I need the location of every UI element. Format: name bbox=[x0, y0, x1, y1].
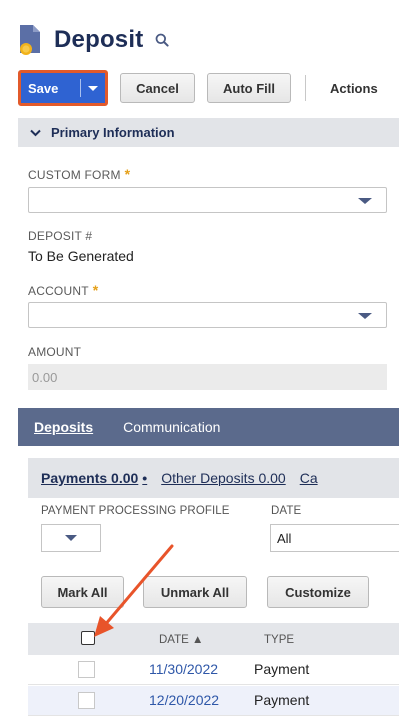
list-header: DATE ▲ TYPE bbox=[28, 623, 399, 655]
row-type: Payment bbox=[254, 692, 310, 708]
subtab-bar: Deposits Communication bbox=[18, 408, 399, 446]
account-label: ACCOUNT * bbox=[28, 282, 98, 298]
tab-deposits[interactable]: Deposits bbox=[34, 419, 93, 435]
required-mark: * bbox=[124, 166, 131, 182]
row-date-link[interactable]: 12/20/2022 bbox=[149, 692, 219, 708]
annotation-arrow-icon bbox=[94, 544, 174, 637]
required-mark: * bbox=[92, 282, 99, 298]
row-checkbox[interactable] bbox=[78, 692, 95, 709]
custom-form-label-text: CUSTOM FORM bbox=[28, 168, 121, 182]
tab-truncated[interactable]: Ca bbox=[300, 470, 318, 486]
tab-payments[interactable]: Payments 0.00 • bbox=[41, 470, 147, 486]
section-title: Primary Information bbox=[51, 125, 175, 140]
page-header: Deposit bbox=[18, 18, 170, 62]
actions-menu[interactable]: Actions bbox=[330, 81, 378, 96]
tab-separator-dot: • bbox=[142, 470, 148, 486]
table-row: 12/20/2022 Payment bbox=[28, 686, 399, 716]
account-label-text: ACCOUNT bbox=[28, 284, 89, 298]
toolbar: Save Cancel Auto Fill Actions bbox=[18, 70, 378, 106]
account-select[interactable] bbox=[28, 302, 387, 328]
customize-button[interactable]: Customize bbox=[267, 576, 369, 608]
payment-processing-profile-label: PAYMENT PROCESSING PROFILE bbox=[41, 505, 230, 517]
dropdown-caret-icon bbox=[358, 198, 372, 204]
inner-tab-bar: Payments 0.00 • Other Deposits 0.00 Ca bbox=[28, 458, 399, 498]
dropdown-caret-icon bbox=[65, 535, 77, 541]
deposit-number-value: To Be Generated bbox=[28, 248, 134, 264]
amount-field: 0.00 bbox=[28, 364, 387, 390]
custom-form-label: CUSTOM FORM * bbox=[28, 166, 130, 182]
dropdown-caret-icon bbox=[358, 313, 372, 319]
deposit-number-label: DEPOSIT # bbox=[28, 229, 93, 243]
row-checkbox[interactable] bbox=[78, 661, 95, 678]
deposit-doc-icon bbox=[18, 25, 42, 55]
save-button[interactable]: Save bbox=[21, 73, 80, 103]
amount-label: AMOUNT bbox=[28, 345, 82, 359]
custom-form-select[interactable] bbox=[28, 187, 387, 213]
save-button-group: Save bbox=[18, 70, 108, 106]
search-icon[interactable] bbox=[155, 33, 170, 52]
chevron-down-icon bbox=[88, 85, 98, 91]
column-header-type[interactable]: TYPE bbox=[264, 634, 294, 646]
table-row: 11/30/2022 Payment bbox=[28, 655, 399, 685]
tab-other-deposits[interactable]: Other Deposits 0.00 bbox=[161, 470, 286, 486]
toolbar-divider bbox=[305, 75, 306, 101]
chevron-down-icon bbox=[30, 129, 41, 136]
row-type: Payment bbox=[254, 661, 310, 677]
tab-communication[interactable]: Communication bbox=[123, 419, 220, 435]
cancel-button[interactable]: Cancel bbox=[120, 73, 195, 103]
date-filter-select[interactable]: All bbox=[270, 524, 399, 552]
page-title: Deposit bbox=[54, 26, 144, 53]
tab-payments-label: Payments 0.00 bbox=[41, 470, 139, 486]
auto-fill-button[interactable]: Auto Fill bbox=[207, 73, 291, 103]
date-filter-label: DATE bbox=[271, 505, 302, 517]
row-date-link[interactable]: 11/30/2022 bbox=[149, 661, 218, 677]
save-dropdown-button[interactable] bbox=[81, 73, 105, 103]
primary-information-header[interactable]: Primary Information bbox=[18, 118, 399, 147]
